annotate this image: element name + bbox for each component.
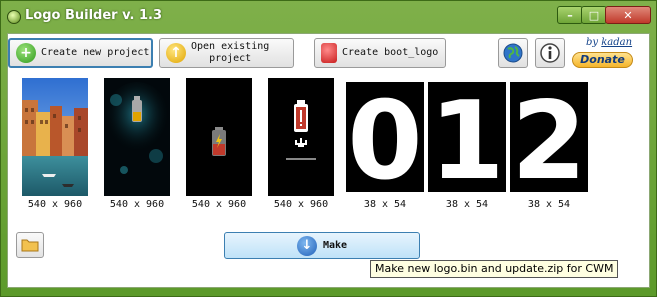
- title-bar[interactable]: Logo Builder v. 1.3 – □ ✕: [1, 1, 656, 33]
- digit-thumbnail-2[interactable]: 2: [510, 82, 588, 192]
- open-folder-button[interactable]: [16, 232, 44, 258]
- digit-thumbnail-1[interactable]: 1: [428, 82, 506, 192]
- create-new-project-button[interactable]: + Create new project: [8, 38, 153, 68]
- digit-0-glyph: 0: [347, 82, 422, 192]
- globe-icon: [503, 43, 523, 63]
- info-icon: [540, 43, 560, 63]
- battery-charging-image: [186, 78, 252, 196]
- digit-2-image: 2: [510, 82, 588, 192]
- website-button[interactable]: [498, 38, 528, 68]
- image-caption-3: 540 x 960: [191, 199, 247, 210]
- close-icon: ✕: [623, 9, 633, 22]
- close-button[interactable]: ✕: [605, 6, 651, 24]
- image-caption-7: 38 x 54: [527, 199, 571, 210]
- open-existing-line1: Open existing: [191, 41, 270, 52]
- arrow-up-icon: ↑: [166, 43, 186, 63]
- plus-icon: +: [16, 43, 36, 63]
- image-caption-2: 540 x 960: [109, 199, 165, 210]
- battery-warning-image: [268, 78, 334, 196]
- digit-1-glyph: 1: [429, 82, 504, 192]
- maximize-button[interactable]: □: [581, 6, 607, 24]
- make-label: Make: [322, 240, 348, 251]
- open-existing-line2: project: [209, 53, 252, 64]
- about-button[interactable]: [535, 38, 565, 68]
- digit-thumbnail-0[interactable]: 0: [346, 82, 424, 192]
- arrow-down-icon: ↓: [296, 235, 317, 256]
- donate-button[interactable]: Donate: [572, 52, 633, 68]
- digit-0-image: 0: [346, 82, 424, 192]
- battery-bokeh-image: [104, 78, 170, 196]
- image-caption-4: 540 x 960: [273, 199, 329, 210]
- image-thumbnail-3[interactable]: [186, 78, 252, 196]
- make-button[interactable]: ↓ Make: [224, 232, 420, 259]
- author-prefix: by: [586, 37, 599, 48]
- author-link[interactable]: kadan: [601, 37, 632, 48]
- image-thumbnail-4[interactable]: [268, 78, 334, 196]
- open-existing-project-label: Open existing project: [191, 41, 269, 65]
- create-boot-logo-button[interactable]: Create boot_logo: [314, 38, 446, 68]
- make-tooltip: Make new logo.bin and update.zip for CWM: [370, 260, 619, 278]
- image-caption-1: 540 x 960: [27, 199, 83, 210]
- app-window: Logo Builder v. 1.3 – □ ✕ + Create new p…: [0, 0, 657, 297]
- trash-icon: [321, 43, 337, 63]
- minimize-button[interactable]: –: [557, 6, 583, 24]
- author-credit: by kadan: [586, 37, 632, 48]
- minimize-icon: –: [567, 9, 573, 22]
- main-panel: + Create new project ↑ Open existing pro…: [7, 33, 650, 288]
- app-icon: [7, 10, 21, 24]
- create-new-project-label: Create new project: [41, 47, 150, 58]
- image-thumbnail-1[interactable]: [22, 78, 88, 196]
- open-existing-project-button[interactable]: ↑ Open existing project: [159, 38, 294, 68]
- maximize-icon: □: [588, 9, 600, 22]
- digit-2-glyph: 2: [511, 82, 586, 192]
- image-thumbnail-2[interactable]: [104, 78, 170, 196]
- digit-1-image: 1: [428, 82, 506, 192]
- image-caption-6: 38 x 54: [445, 199, 489, 210]
- folder-icon: [21, 239, 39, 252]
- image-caption-5: 38 x 54: [363, 199, 407, 210]
- create-boot-logo-label: Create boot_logo: [342, 47, 439, 58]
- window-title: Logo Builder v. 1.3: [25, 8, 163, 23]
- city-photo-image: [22, 78, 88, 196]
